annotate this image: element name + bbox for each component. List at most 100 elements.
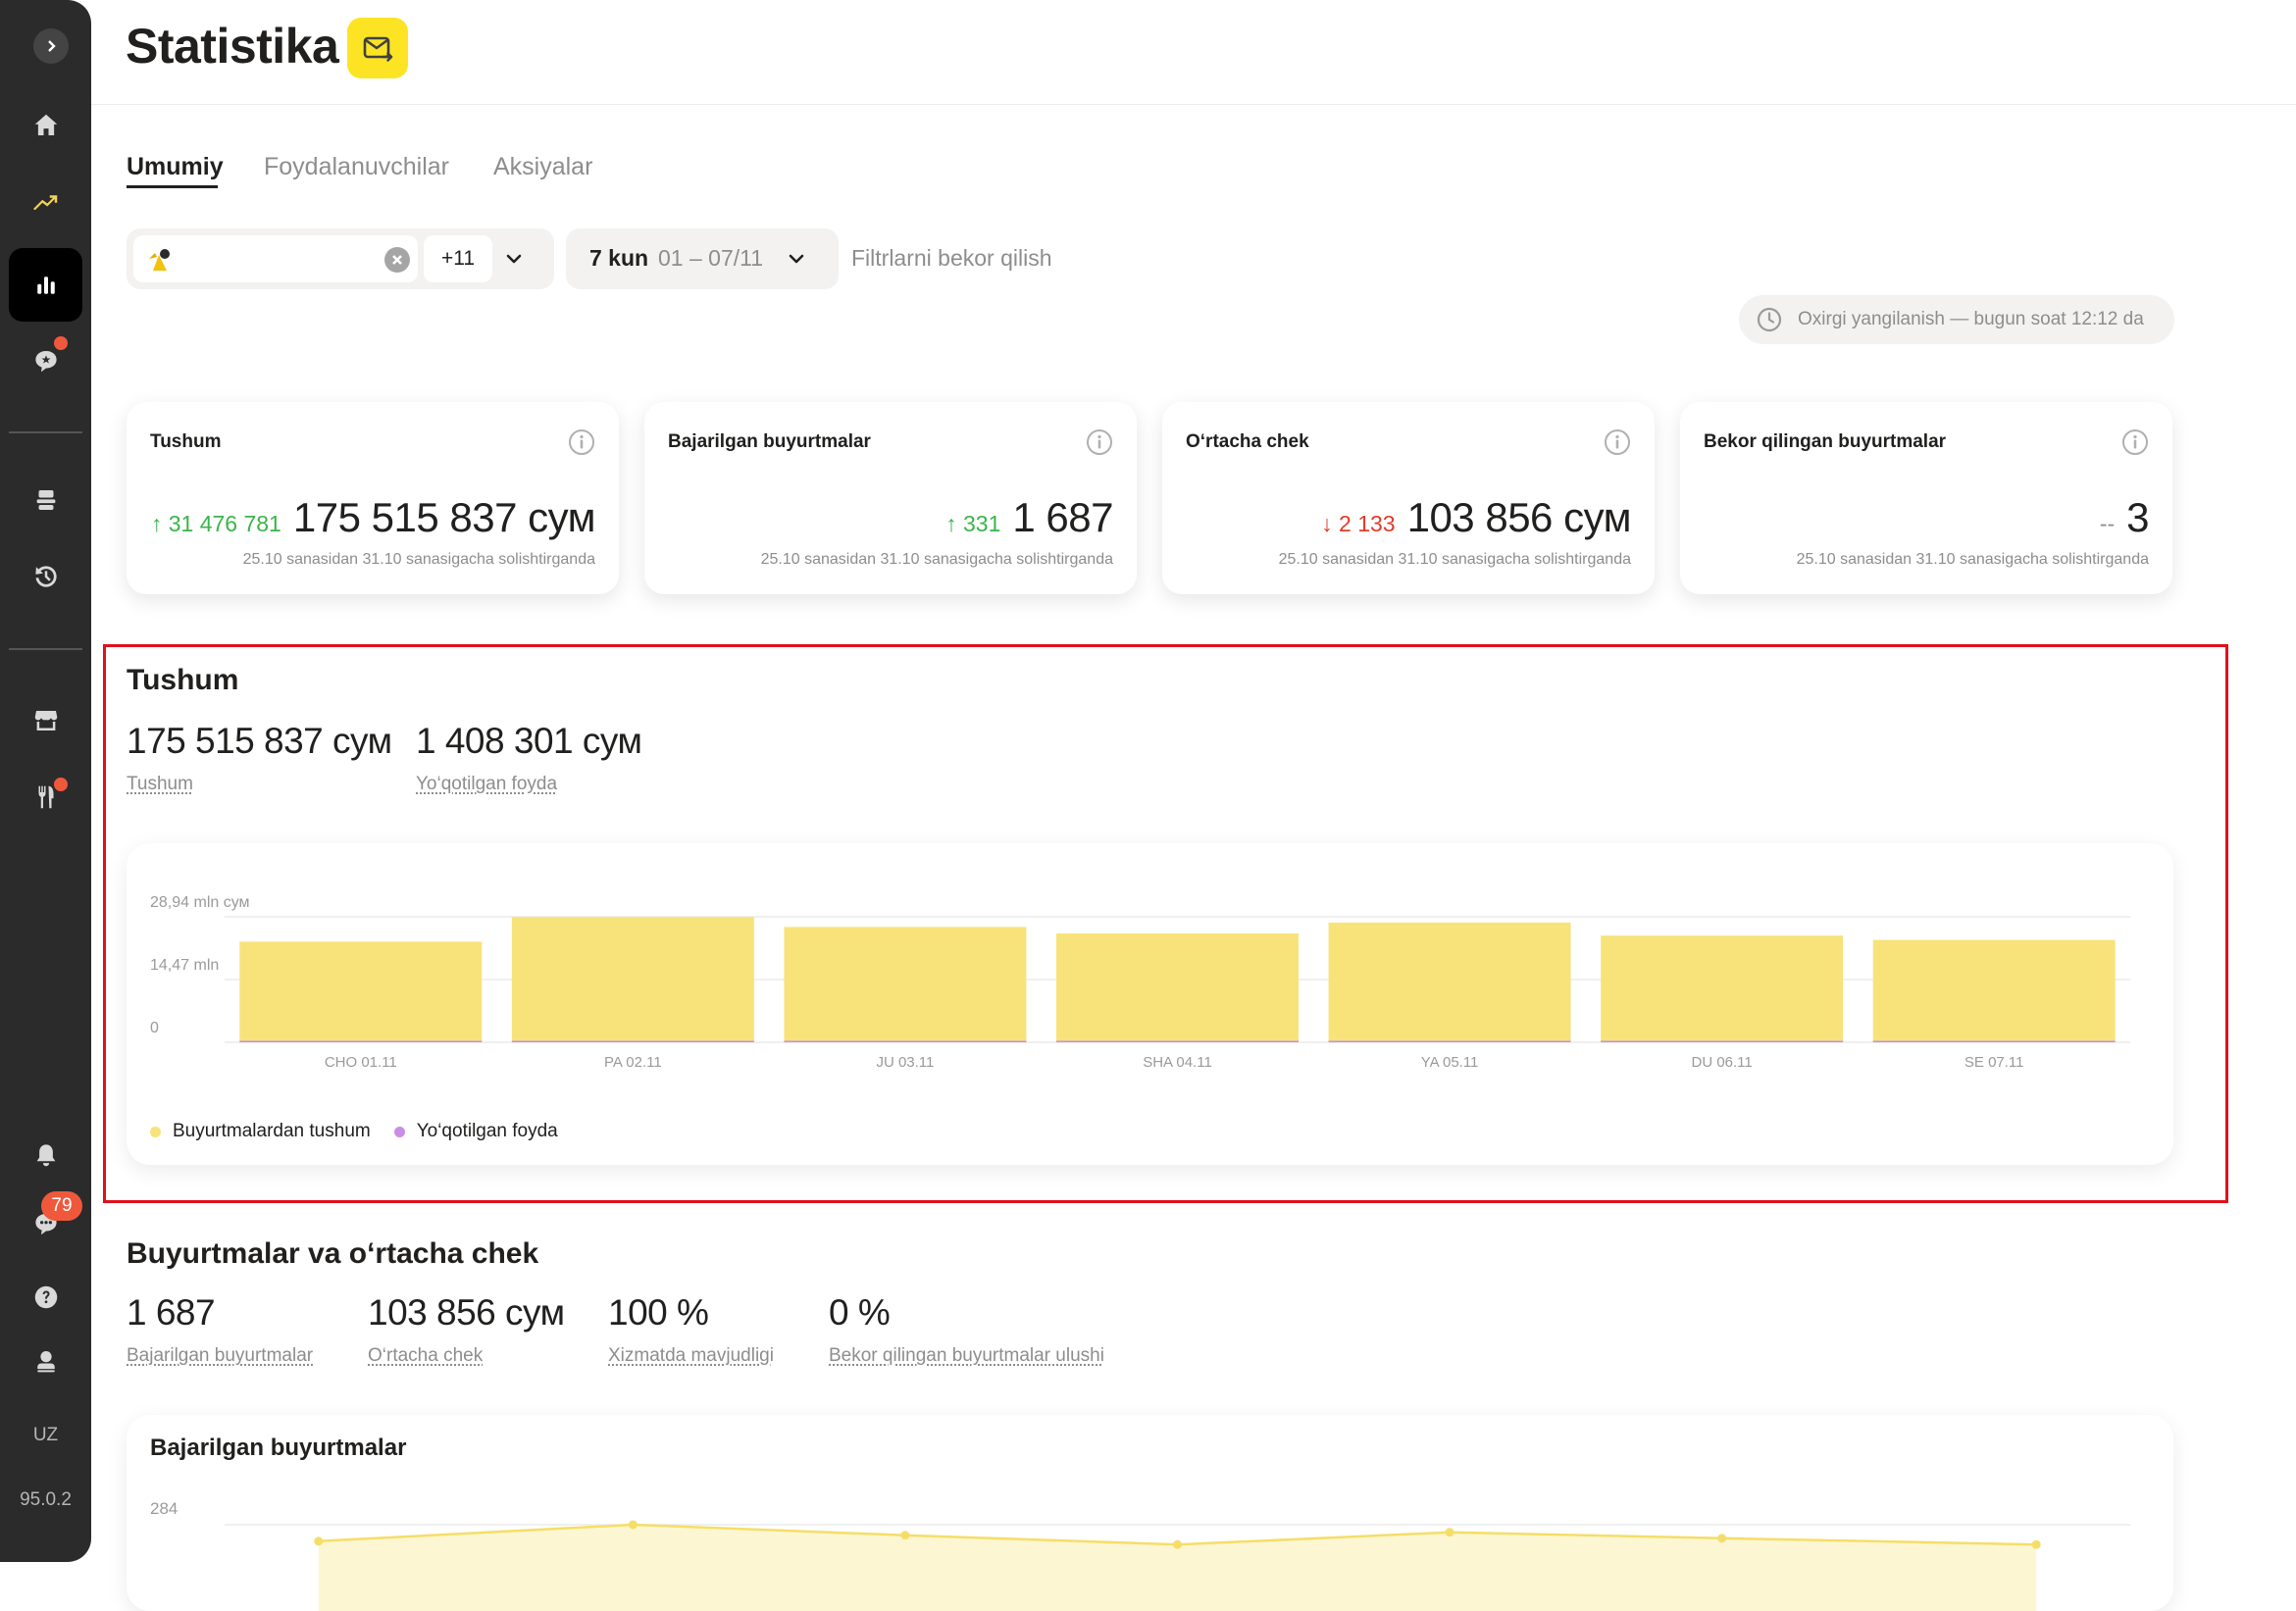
chevron-down-icon[interactable] xyxy=(503,248,525,270)
chat-star-icon[interactable] xyxy=(9,324,82,397)
trend-icon[interactable] xyxy=(9,167,82,240)
y-tick-label: 284 xyxy=(150,1499,178,1518)
page-title: Statistika xyxy=(126,19,339,74)
bar-revenue[interactable] xyxy=(1872,939,2116,1042)
bar-revenue[interactable] xyxy=(511,917,754,1042)
revenue-chart-card: 0 14,47 mln 28,94 mln сум CHO 01.11 PA 02.11… xyxy=(127,843,2173,1165)
bar-lost-profit[interactable] xyxy=(511,1040,754,1043)
completed-orders-label[interactable]: Bajarilgan buyurtmalar xyxy=(127,1345,313,1367)
info-icon[interactable] xyxy=(1604,428,1631,456)
y-tick-label: 0 xyxy=(150,1020,159,1036)
kpi-card-revenue[interactable]: Tushum ↑ 31 476 781 175 515 837 сум 25.1… xyxy=(127,402,619,594)
legend-label-lost-profit[interactable]: Yo‘qotilgan foyda xyxy=(417,1121,558,1142)
revenue-bar-chart: 0 14,47 mln 28,94 mln сум CHO 01.11 PA 02.11… xyxy=(150,894,2130,1071)
kpi-delta: ↓ 2 133 xyxy=(1321,511,1396,536)
last-update-text: Oxirgi yangilanish — bugun soat 12:12 da xyxy=(1798,309,2144,329)
lost-profit-label[interactable]: Yo‘qotilgan foyda xyxy=(416,774,557,795)
average-check-label[interactable]: O‘rtacha chek xyxy=(368,1345,483,1367)
chevron-down-icon[interactable] xyxy=(786,248,807,270)
x-tick-label: PA 02.11 xyxy=(604,1054,662,1071)
place-select-input[interactable] xyxy=(133,235,418,282)
kpi-delta: ↑ 331 xyxy=(945,511,1001,536)
chevron-right-icon[interactable] xyxy=(33,28,69,64)
bar-revenue[interactable] xyxy=(1056,932,1299,1042)
bar-revenue[interactable] xyxy=(1328,922,1571,1042)
tray-icon[interactable] xyxy=(9,463,82,536)
info-icon[interactable] xyxy=(1086,428,1113,456)
notification-dot xyxy=(54,336,68,350)
cancel-share-label[interactable]: Bekor qilingan buyurtmalar ulushi xyxy=(829,1345,1104,1367)
bar-lost-profit[interactable] xyxy=(1601,1040,1844,1043)
kpi-delta: -- xyxy=(2099,511,2116,536)
last-update-pill: Oxirgi yangilanish — bugun soat 12:12 da xyxy=(1739,295,2174,344)
notification-dot xyxy=(54,778,68,791)
history-icon[interactable] xyxy=(9,539,82,613)
availability-value: 100 % xyxy=(608,1292,709,1333)
revenue-section-title: Tushum xyxy=(127,664,239,696)
kpi-compare-note: 25.10 sanasidan 31.10 sanasigacha solish… xyxy=(1278,551,1631,568)
profile-icon[interactable] xyxy=(9,1324,82,1397)
y-tick-label: 28,94 mln сум xyxy=(150,894,250,911)
mail-forward-icon[interactable] xyxy=(347,18,408,78)
store-icon[interactable] xyxy=(9,683,82,757)
tab-umumiy[interactable]: Umumiy xyxy=(127,153,224,181)
completed-orders-value: 1 687 xyxy=(127,1292,216,1333)
bar-lost-profit[interactable] xyxy=(239,1040,483,1043)
more-places-chip[interactable]: +11 xyxy=(424,235,492,282)
sidebar-divider xyxy=(9,648,82,650)
cancel-share-value: 0 % xyxy=(829,1292,891,1333)
info-icon[interactable] xyxy=(2121,428,2149,456)
x-tick-label: CHO 01.11 xyxy=(325,1054,397,1071)
place-filter[interactable]: +11 xyxy=(127,228,554,289)
restaurant-icon[interactable] xyxy=(9,760,82,833)
home-icon[interactable] xyxy=(9,88,82,162)
kpi-value: 175 515 837 сум xyxy=(292,494,596,540)
clear-icon[interactable] xyxy=(384,247,410,273)
line-point[interactable] xyxy=(628,1520,638,1530)
x-tick-label: DU 06.11 xyxy=(1692,1054,1753,1071)
kpi-compare-note: 25.10 sanasidan 31.10 sanasigacha solish… xyxy=(1796,551,2149,568)
info-icon[interactable] xyxy=(568,428,595,456)
bar-lost-profit[interactable] xyxy=(784,1040,1027,1043)
place-logo-icon xyxy=(149,249,170,271)
bar-lost-profit[interactable] xyxy=(1872,1040,2116,1043)
bar-revenue[interactable] xyxy=(239,941,483,1042)
kpi-card-average-check[interactable]: O‘rtacha chek ↓ 2 133 103 856 сум 25.10 … xyxy=(1162,402,1655,594)
line-point[interactable] xyxy=(1173,1539,1182,1549)
app-version: 95.0.2 xyxy=(20,1489,72,1510)
line-point[interactable] xyxy=(314,1536,324,1546)
kpi-card-completed-orders[interactable]: Bajarilgan buyurtmalar ↑ 331 1 687 25.10… xyxy=(644,402,1137,594)
line-point[interactable] xyxy=(1445,1528,1454,1537)
kpi-compare-note: 25.10 sanasidan 31.10 sanasigacha solish… xyxy=(760,551,1113,568)
bell-icon[interactable] xyxy=(9,1118,82,1191)
statistics-icon[interactable] xyxy=(9,248,82,322)
header-divider xyxy=(91,104,2296,105)
kpi-card-cancelled-orders[interactable]: Bekor qilingan buyurtmalar -- 3 25.10 sa… xyxy=(1680,402,2172,594)
language-switch[interactable]: UZ xyxy=(0,1425,91,1446)
line-point[interactable] xyxy=(900,1531,910,1540)
bar-lost-profit[interactable] xyxy=(1056,1040,1299,1043)
average-check-value: 103 856 сум xyxy=(368,1292,565,1333)
revenue-total-label[interactable]: Tushum xyxy=(127,774,193,795)
bar-revenue[interactable] xyxy=(784,927,1027,1042)
sidebar: 79 UZ 95.0.2 xyxy=(0,0,91,1562)
legend-label-revenue[interactable]: Buyurtmalardan tushum xyxy=(173,1121,371,1142)
help-icon[interactable] xyxy=(9,1260,82,1334)
reset-filters-link[interactable]: Filtrlarni bekor qilish xyxy=(851,245,1052,272)
orders-line-chart-card: Bajarilgan buyurtmalar 284 xyxy=(127,1415,2173,1611)
chart-legend: Buyurtmalardan tushum Yo‘qotilgan foyda xyxy=(150,1121,558,1142)
bar-lost-profit[interactable] xyxy=(1328,1040,1571,1043)
tab-foydalanuvchilar[interactable]: Foydalanuvchilar xyxy=(264,153,449,181)
active-tab-underline xyxy=(127,185,218,188)
period-filter[interactable]: 7 kun 01 – 07/11 xyxy=(566,228,839,289)
kpi-title: Bajarilgan buyurtmalar xyxy=(668,431,871,452)
bar-revenue[interactable] xyxy=(1601,935,1844,1042)
x-tick-label: YA 05.11 xyxy=(1421,1054,1479,1071)
line-point[interactable] xyxy=(2031,1539,2041,1549)
revenue-total-value: 175 515 837 сум xyxy=(127,721,392,761)
tab-aksiyalar[interactable]: Aksiyalar xyxy=(493,153,592,181)
kpi-compare-note: 25.10 sanasidan 31.10 sanasigacha solish… xyxy=(242,551,595,568)
clock-icon xyxy=(1757,307,1782,332)
availability-label[interactable]: Xizmatda mavjudligi xyxy=(608,1345,774,1367)
line-point[interactable] xyxy=(1717,1534,1727,1543)
